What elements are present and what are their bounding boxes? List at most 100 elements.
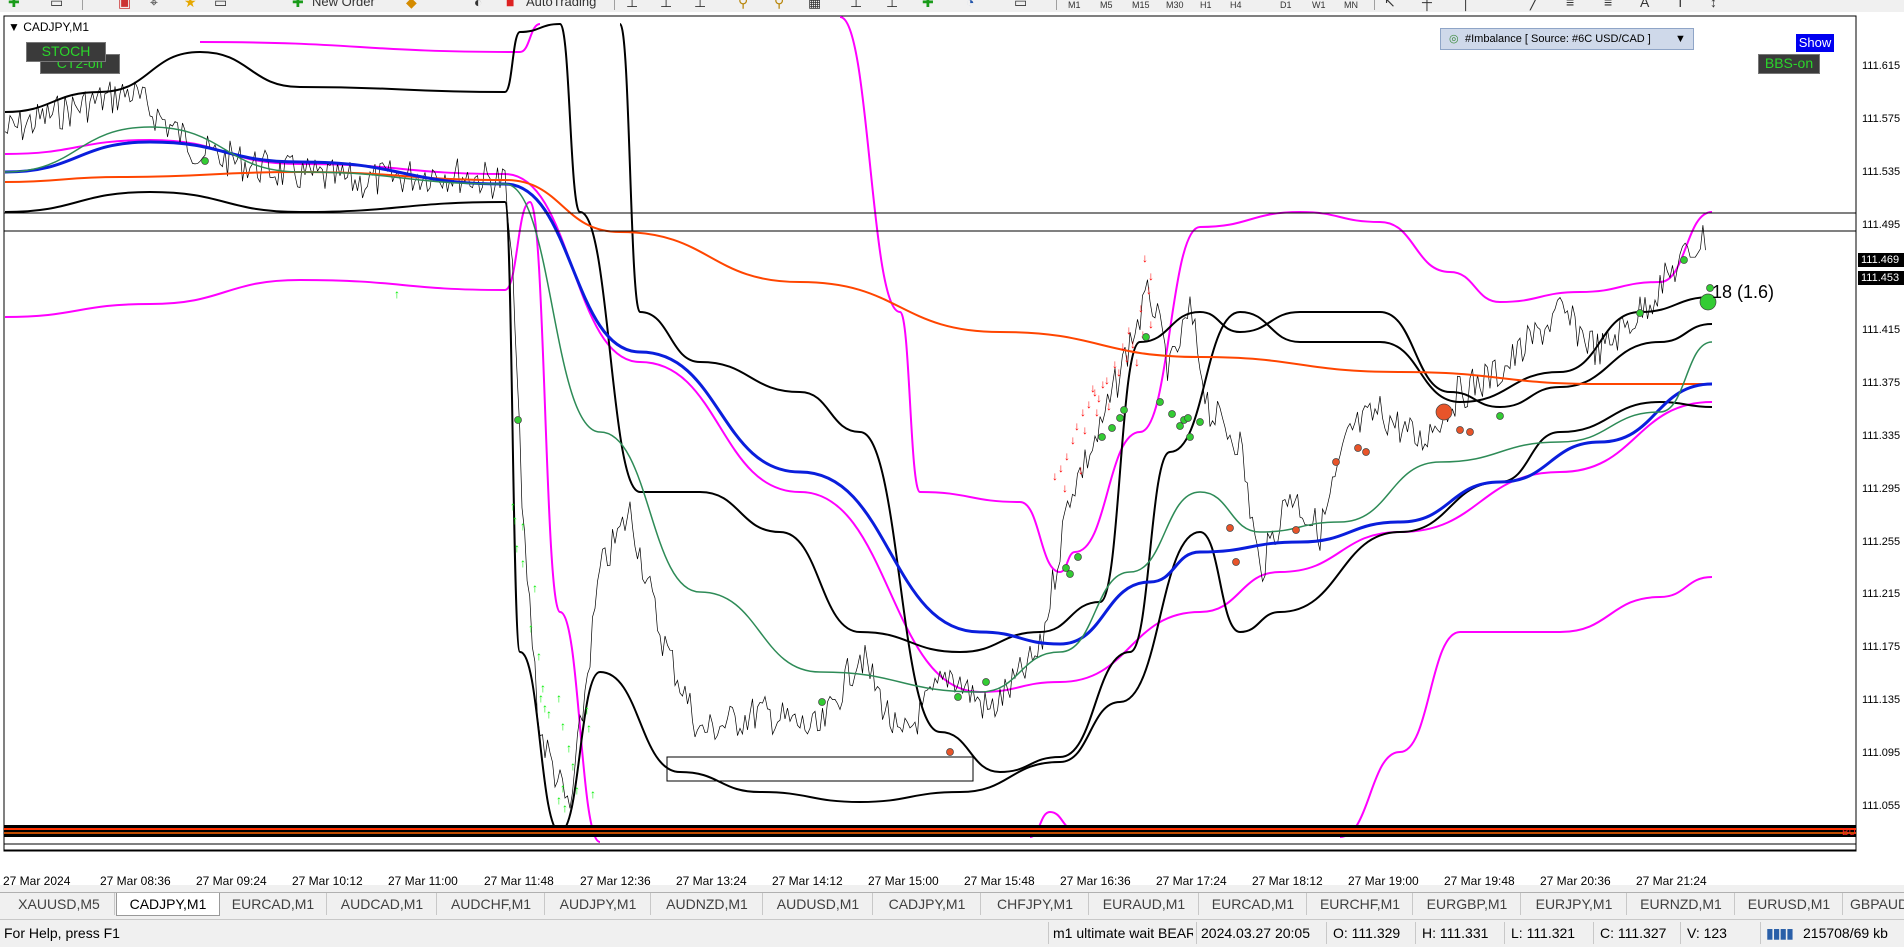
signal-dot (1226, 524, 1234, 532)
price-tick: 111.255 (1862, 536, 1901, 548)
price-tick: 111.135 (1862, 694, 1901, 706)
tab-cadjpy-m1-active[interactable]: CADJPY,M1 (116, 893, 220, 916)
bbs-button[interactable]: BBS-on (1758, 54, 1820, 74)
tab-audchf-m1[interactable]: AUDCHF,M1 (438, 893, 545, 915)
collapse-arrow-icon[interactable]: ▼ (8, 20, 23, 34)
sell-arrow-icon: ↓ (1082, 423, 1088, 437)
new-order-button[interactable]: New Order (312, 0, 375, 10)
tab-cadjpy-m1[interactable]: CADJPY,M1 (874, 893, 981, 915)
signal-dot (1176, 422, 1184, 430)
chart-shift-icon[interactable]: ⊥ (886, 0, 898, 10)
tab-audjpy-m1[interactable]: AUDJPY,M1 (546, 893, 651, 915)
buy-arrow-icon: ↑ (556, 691, 562, 705)
indicators-icon[interactable]: ✚ (922, 0, 934, 10)
buy-arrow-icon: ↑ (566, 741, 572, 755)
new-order-icon[interactable]: ✚ (292, 0, 304, 10)
label-tool-icon[interactable]: T (1676, 0, 1685, 10)
channel-icon[interactable]: ≡ (1566, 0, 1574, 10)
time-tick: 27 Mar 17:24 (1156, 874, 1227, 888)
profiles-icon[interactable]: ▭ (50, 0, 63, 10)
bar-chart-icon[interactable]: ⊥ (626, 0, 638, 10)
tf-mn[interactable]: MN (1344, 0, 1358, 12)
tab-gbpaud-m1[interactable]: GBPAUD,M1 (1844, 893, 1904, 915)
templates-icon[interactable]: ▭ (1014, 0, 1027, 10)
tab-eurcad-m1[interactable]: EURCAD,M1 (220, 893, 327, 915)
sell-arrow-icon: ↓ (1062, 481, 1068, 495)
buy-arrow-icon: ↑ (570, 759, 576, 773)
market-watch-icon[interactable]: ▣ (118, 0, 131, 10)
signal-dot (1062, 564, 1070, 572)
tab-audusd-m1[interactable]: AUDUSD,M1 (764, 893, 873, 915)
tf-h1[interactable]: H1 (1200, 0, 1212, 12)
dropdown-arrow-icon[interactable]: ▼ (1675, 29, 1686, 49)
line-chart-icon[interactable]: ⊥ (694, 0, 706, 10)
tab-eurgbp-m1[interactable]: EURGBP,M1 (1414, 893, 1521, 915)
time-tick: 27 Mar 12:36 (580, 874, 651, 888)
tab-eurchf-m1[interactable]: EURCHF,M1 (1308, 893, 1413, 915)
show-button[interactable]: Show (1796, 34, 1834, 52)
tab-audnzd-m1[interactable]: AUDNZD,M1 (652, 893, 763, 915)
buy-arrow-icon: ↑ (510, 499, 516, 513)
signal-dot (982, 678, 990, 686)
tab-eurnzd-m1[interactable]: EURNZD,M1 (1628, 893, 1735, 915)
fibonacci-icon[interactable]: ≡ (1604, 0, 1612, 10)
tf-d1[interactable]: D1 (1280, 0, 1292, 12)
periods-icon[interactable]: ◔ (966, 0, 974, 10)
favorites-icon[interactable]: ★ (184, 0, 197, 10)
tf-m30[interactable]: M30 (1166, 0, 1184, 12)
sell-arrow-icon: ↓ (1116, 365, 1122, 379)
status-separator (1504, 922, 1505, 944)
cursor-icon[interactable]: ↖ (1384, 0, 1396, 10)
buy-arrow-icon: ↑ (528, 621, 534, 635)
vertical-line-icon[interactable]: │ (1462, 0, 1471, 10)
connection-bars-icon: ▮▮▮▮ (1766, 925, 1794, 941)
tf-m1[interactable]: M1 (1068, 0, 1081, 12)
tf-h4[interactable]: H4 (1230, 0, 1242, 12)
tf-m5[interactable]: M5 (1100, 0, 1113, 12)
time-tick: 27 Mar 19:48 (1444, 874, 1515, 888)
tab-chfjpy-m1[interactable]: CHFJPY,M1 (982, 893, 1089, 915)
tile-windows-icon[interactable]: ▦ (808, 0, 821, 10)
sell-arrow-icon: ↓ (1058, 461, 1064, 475)
tf-w1[interactable]: W1 (1312, 0, 1326, 12)
status-separator (1593, 922, 1594, 944)
text-tool-icon[interactable]: A (1640, 0, 1649, 10)
profile-name: m1 ultimate wait BEAR (1053, 925, 1193, 941)
metaeditor-icon[interactable]: ◆ (406, 0, 417, 10)
zoom-out-icon[interactable]: ⚲ (774, 0, 784, 10)
close-price: C: 111.327 (1600, 925, 1667, 941)
autotrading-icon[interactable]: ■ (506, 0, 514, 10)
trendline-icon[interactable]: ╱ (1530, 0, 1538, 10)
indicator-strip (4, 825, 1856, 851)
time-tick: 27 Mar 13:24 (676, 874, 747, 888)
auto-scroll-icon[interactable]: ⊥ (850, 0, 862, 10)
autotrading-button[interactable]: AutoTrading (526, 0, 596, 10)
navigator-icon[interactable]: ⌖ (150, 0, 158, 10)
signal-dot (1680, 256, 1688, 264)
time-tick: 27 Mar 15:00 (868, 874, 939, 888)
tab-eurcad-m1-2[interactable]: EURCAD,M1 (1200, 893, 1307, 915)
zoom-in-icon[interactable]: ⚲ (738, 0, 748, 10)
signals-icon[interactable]: ◐ (474, 0, 482, 10)
arrows-icon[interactable]: ↕ (1710, 0, 1717, 10)
status-separator (1326, 922, 1327, 944)
chart-window[interactable]: ↑ ↑ ↑ ↑ ↑ ↑ ↑ ↑ ↑ ↑ ↑ ↑ ↑ ↑ ↑ ↑ ↑ ↑ ↑ ↑ ↑ ↑ ↑ ↑ ↓ ↓ ↓ ↓ ↓ ↓ ↓ ↓ ↓ ↓ ↓ ↓ ↓ ↓ ↓ ↓… (0, 12, 1904, 888)
sell-arrow-icon: ↓ (1130, 337, 1136, 351)
terminal-icon[interactable]: ▭ (214, 0, 227, 10)
price-tick: 111.495 (1862, 219, 1901, 231)
imbalance-panel[interactable]: ◎ #Imbalance [ Source: #6C USD/CAD ] ▼ (1440, 28, 1694, 50)
tab-eurjpy-m1[interactable]: EURJPY,M1 (1522, 893, 1627, 915)
signal-dot (1156, 398, 1164, 406)
price-tick: 111.535 (1862, 166, 1901, 178)
crosshair-icon[interactable]: ┼ (1422, 0, 1432, 10)
new-chart-icon[interactable]: ✚ (8, 0, 20, 10)
stoch-button[interactable]: STOCH (26, 42, 106, 62)
tab-euraud-m1[interactable]: EURAUD,M1 (1090, 893, 1199, 915)
tf-m15[interactable]: M15 (1132, 0, 1150, 12)
tab-xauusd-m5[interactable]: XAUUSD,M5 (4, 893, 115, 915)
tab-eurusd-m1[interactable]: EURUSD,M1 (1736, 893, 1843, 915)
price-tick: 111.295 (1862, 483, 1901, 495)
candlestick-icon[interactable]: ⊥ (660, 0, 672, 10)
tab-audcad-m1[interactable]: AUDCAD,M1 (328, 893, 437, 915)
price-chart[interactable]: ↑↑↑ ↑↑↑↑↑↑↑↑↑↑↑↑↑↑↑↑↑↑↑↑↑↓↓↓↓↓↓↓↓↓↓↓↓↓↓↓↓… (0, 12, 1904, 885)
